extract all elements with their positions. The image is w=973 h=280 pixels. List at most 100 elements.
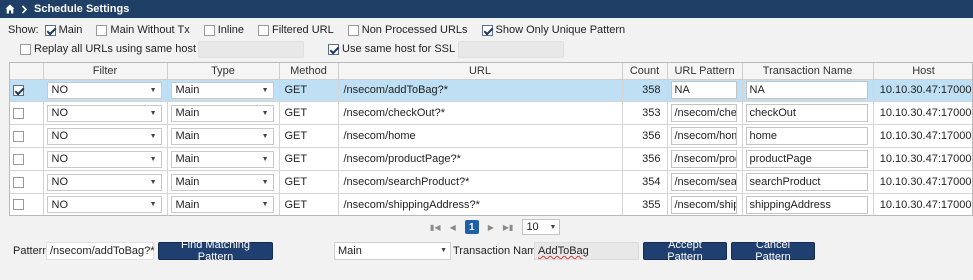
- pattern-input[interactable]: /nsecom/addToBag?*: [46, 242, 155, 260]
- option-main[interactable]: Main: [44, 24, 82, 36]
- filter-select[interactable]: NO ▼: [46, 173, 162, 191]
- replay-host-field[interactable]: [198, 40, 305, 58]
- pagination: ▮◀ ◀ 1 ▶ ▶▮ 10 ▼: [430, 219, 561, 235]
- type-select[interactable]: Main ▼: [170, 150, 274, 168]
- filter-select[interactable]: NO ▼: [46, 150, 162, 168]
- table-row[interactable]: NO ▼ Main ▼ GET/nsecom/productPage?* 356/nsec…: [10, 147, 972, 172]
- filter-cell: NO ▼: [43, 124, 168, 149]
- option-filtered-url[interactable]: Filtered URL: [258, 24, 334, 36]
- option-label: Use same host for SSL: [342, 43, 456, 55]
- transaction-name-input[interactable]: AddToBag: [534, 242, 639, 260]
- type-select[interactable]: Main ▼: [170, 81, 274, 99]
- type-cell: Main ▼: [167, 101, 280, 126]
- prev-page-icon[interactable]: ◀: [450, 223, 456, 232]
- non-processed-urls-checkbox[interactable]: [347, 24, 359, 36]
- filter-select[interactable]: NO ▼: [46, 81, 162, 99]
- option-main-without-tx[interactable]: Main Without Tx: [96, 24, 190, 36]
- transaction-name-field[interactable]: NA: [745, 81, 868, 100]
- first-page-icon[interactable]: ▮◀: [430, 223, 441, 232]
- url-pattern-input[interactable]: /nsecom/searchProduct: [670, 173, 737, 191]
- column-header-method[interactable]: Method: [279, 63, 339, 80]
- transaction-name-field[interactable]: home: [745, 127, 868, 146]
- table-row[interactable]: NO ▼ Main ▼ GET/nsecom/shippingAddress?* 355/…: [10, 193, 972, 215]
- column-header-count[interactable]: Count: [622, 63, 668, 80]
- table-row[interactable]: NO ▼ Main ▼ GET/nsecom/checkOut?* 353/nsecom/…: [10, 101, 972, 126]
- next-page-icon[interactable]: ▶: [488, 223, 494, 232]
- show-only-unique-pattern-checkbox[interactable]: [481, 24, 493, 36]
- column-header-url[interactable]: URL: [338, 63, 623, 80]
- chevron-down-icon: ▼: [261, 201, 269, 209]
- replay-same-host-checkbox[interactable]: [20, 43, 31, 55]
- filtered-url-checkbox[interactable]: [258, 24, 269, 36]
- transaction-name-field[interactable]: productPage: [745, 150, 868, 169]
- method-cell: GET: [279, 170, 339, 194]
- type-select[interactable]: Main ▼: [170, 173, 274, 191]
- option-same-host-ssl[interactable]: Use same host for SSL: [328, 43, 455, 55]
- url-pattern-input[interactable]: /nsecom/productPage: [670, 150, 737, 169]
- option-label: Main Without Tx: [110, 24, 190, 36]
- row-select-cell: [10, 79, 44, 103]
- option-inline[interactable]: Inline: [203, 24, 244, 36]
- same-host-ssl-checkbox[interactable]: [328, 43, 340, 55]
- type-select[interactable]: Main ▼: [170, 127, 274, 145]
- column-header-url-pattern[interactable]: URL Pattern: [667, 63, 743, 80]
- row-checkbox[interactable]: [13, 130, 24, 142]
- transaction-name-field[interactable]: shippingAddress: [745, 195, 868, 214]
- home-icon[interactable]: [5, 4, 15, 14]
- filter-value: NO: [51, 153, 69, 166]
- main-checkbox[interactable]: [44, 24, 56, 36]
- cancel-pattern-button[interactable]: Cancel Pattern: [731, 239, 815, 263]
- show-options: Show: Main Main Without Tx Inline Filter…: [8, 23, 639, 37]
- type-select[interactable]: Main ▼: [334, 242, 451, 260]
- transaction-name-field[interactable]: searchProduct: [745, 173, 868, 191]
- host-cell: 10.10.30.47:17000: [873, 101, 972, 126]
- inline-checkbox[interactable]: [203, 24, 215, 36]
- page-size-select[interactable]: 10 ▼: [522, 219, 561, 235]
- type-select[interactable]: Main ▼: [170, 196, 274, 214]
- accept-pattern-button[interactable]: Accept Pattern: [643, 239, 727, 263]
- table-row[interactable]: NO ▼ Main ▼ GET/nsecom/searchProduct?* 354/ns…: [10, 170, 972, 194]
- row-checkbox[interactable]: [13, 153, 24, 165]
- current-page[interactable]: 1: [464, 220, 479, 234]
- column-header-transaction-name[interactable]: Transaction Name: [742, 63, 874, 80]
- type-select[interactable]: Main ▼: [170, 104, 274, 122]
- row-checkbox[interactable]: [13, 176, 24, 188]
- row-checkbox[interactable]: [13, 85, 24, 97]
- filter-value: NO: [51, 84, 69, 97]
- row-select-cell: [10, 147, 44, 172]
- ssl-host-field[interactable]: [458, 40, 565, 58]
- url-cell: /nsecom/checkOut?*: [338, 101, 623, 126]
- type-cell: Main ▼: [167, 124, 280, 149]
- url-pattern-input[interactable]: /nsecom/home: [670, 127, 737, 146]
- count-cell: 358: [622, 79, 668, 103]
- transaction-name-field[interactable]: checkOut: [745, 104, 868, 123]
- option-label: Replay all URLs using same host: [34, 43, 197, 55]
- column-header-host[interactable]: Host: [873, 63, 972, 80]
- filter-select[interactable]: NO ▼: [46, 196, 162, 214]
- column-header-filter[interactable]: Filter: [43, 63, 168, 80]
- row-checkbox[interactable]: [13, 199, 24, 211]
- table-row[interactable]: NO ▼ Main ▼ GET/nsecom/addToBag?* 358 NA NA 10.1…: [10, 79, 972, 103]
- chevron-right-icon: [21, 4, 28, 14]
- type-value: Main: [175, 84, 200, 97]
- url-pattern-input[interactable]: NA: [670, 81, 737, 100]
- row-checkbox[interactable]: [13, 107, 24, 119]
- filter-cell: NO ▼: [43, 193, 168, 215]
- option-replay-same-host[interactable]: Replay all URLs using same host: [20, 43, 196, 55]
- filter-select[interactable]: NO ▼: [46, 127, 162, 145]
- option-show-only-unique-pattern[interactable]: Show Only Unique Pattern: [481, 24, 625, 36]
- type-value: Main: [175, 107, 200, 120]
- column-header-type[interactable]: Type: [167, 63, 280, 80]
- url-pattern-input[interactable]: /nsecom/shippingAddress: [670, 195, 737, 214]
- url-cell: /nsecom/home: [338, 124, 623, 149]
- filter-select[interactable]: NO ▼: [46, 104, 162, 122]
- url-pattern-input[interactable]: /nsecom/checkOut: [670, 104, 737, 123]
- type-value: Main: [175, 153, 200, 166]
- table-row[interactable]: NO ▼ Main ▼ GET/nsecom/home356/nsecom/home ho…: [10, 124, 972, 149]
- option-non-processed-urls[interactable]: Non Processed URLs: [347, 24, 468, 36]
- find-matching-pattern-button[interactable]: Find Matching Pattern: [158, 239, 273, 263]
- show-label: Show:: [8, 24, 39, 36]
- last-page-icon[interactable]: ▶▮: [503, 223, 514, 232]
- chevron-down-icon: ▼: [149, 178, 157, 186]
- main-without-tx-checkbox[interactable]: [96, 24, 108, 36]
